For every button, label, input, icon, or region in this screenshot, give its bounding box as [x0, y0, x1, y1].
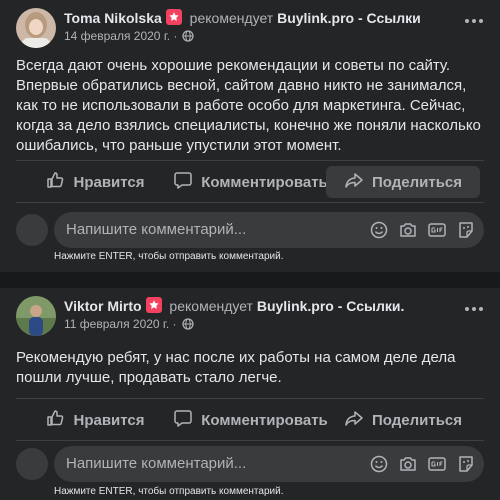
author-name[interactable]: Viktor Mirto	[64, 298, 142, 314]
divider	[16, 398, 484, 399]
more-dots-icon[interactable]	[462, 14, 486, 26]
globe-icon	[181, 318, 194, 333]
page-link[interactable]: Buylink.pro - Ссылки	[277, 10, 421, 26]
author-avatar[interactable]	[16, 8, 56, 48]
post-date: 14 февраля 2020 г. ·	[64, 29, 194, 45]
share-label: Поделиться	[371, 411, 463, 429]
share-arrow-icon	[344, 170, 372, 194]
comment-composer: Напишите комментарий...	[16, 212, 484, 248]
recommend-badge-icon	[145, 297, 162, 313]
emoji-icon[interactable]	[369, 454, 389, 474]
comment-button[interactable]: Комментировать	[168, 166, 333, 198]
divider	[16, 160, 484, 161]
sticker-icon[interactable]	[456, 220, 476, 240]
like-button[interactable]: Нравится	[20, 166, 170, 198]
share-button[interactable]: Поделиться	[326, 166, 480, 198]
speech-bubble-icon	[173, 408, 201, 432]
share-button[interactable]: Поделиться	[326, 404, 480, 436]
like-button[interactable]: Нравится	[20, 404, 170, 436]
camera-icon[interactable]	[398, 220, 418, 240]
recommends-text: рекомендует	[189, 10, 274, 26]
comment-placeholder: Напишите комментарий...	[66, 221, 247, 238]
speech-bubble-icon	[173, 170, 201, 194]
comment-input[interactable]: Напишите комментарий...	[54, 446, 484, 482]
page-link[interactable]: Buylink.pro - Ссылки.	[257, 298, 405, 314]
recommend-badge-icon	[165, 9, 182, 25]
gif-icon[interactable]	[427, 220, 447, 240]
recommends-text: рекомендует	[169, 298, 253, 314]
post-header: Toma Nikolska рекомендует Buylink.pro - …	[64, 9, 421, 26]
like-label: Нравится	[73, 173, 145, 191]
thumbs-up-icon	[45, 408, 73, 432]
comment-label: Комментировать	[201, 173, 328, 191]
avatar[interactable]	[16, 214, 48, 246]
share-label: Поделиться	[371, 173, 463, 191]
post-date-text[interactable]: 14 февраля 2020 г. ·	[64, 29, 177, 43]
post-text: Всегда дают очень хорошие рекомендации и…	[16, 57, 481, 154]
comment-input[interactable]: Напишите комментарий...	[54, 212, 484, 248]
thumbs-up-icon	[45, 170, 73, 194]
comment-button[interactable]: Комментировать	[168, 404, 333, 436]
post-date: 11 февраля 2020 г. ·	[64, 317, 194, 333]
review-post: Viktor Mirto рекомендует Buylink.pro - С…	[0, 288, 500, 500]
post-header: Viktor Mirto рекомендует Buylink.pro - С…	[64, 297, 404, 314]
comment-placeholder: Напишите комментарий...	[66, 455, 247, 472]
author-name[interactable]: Toma Nikolska	[64, 10, 162, 26]
sticker-icon[interactable]	[456, 454, 476, 474]
review-post: Toma Nikolska рекомендует Buylink.pro - …	[0, 0, 500, 272]
author-avatar[interactable]	[16, 296, 56, 336]
comment-composer: Напишите комментарий...	[16, 446, 484, 482]
more-dots-icon[interactable]	[462, 302, 486, 314]
emoji-icon[interactable]	[369, 220, 389, 240]
like-label: Нравится	[73, 411, 145, 429]
post-text: Рекомендую ребят, у нас после их работы …	[16, 349, 456, 386]
enter-hint: Нажмите ENTER, чтобы отправить комментар…	[54, 251, 284, 262]
camera-icon[interactable]	[398, 454, 418, 474]
avatar[interactable]	[16, 448, 48, 480]
gif-icon[interactable]	[427, 454, 447, 474]
share-arrow-icon	[344, 408, 372, 432]
divider	[16, 440, 484, 441]
post-date-text[interactable]: 11 февраля 2020 г. ·	[64, 317, 177, 331]
comment-label: Комментировать	[201, 411, 328, 429]
enter-hint: Нажмите ENTER, чтобы отправить комментар…	[54, 486, 284, 497]
divider	[16, 202, 484, 203]
globe-icon	[182, 30, 194, 45]
